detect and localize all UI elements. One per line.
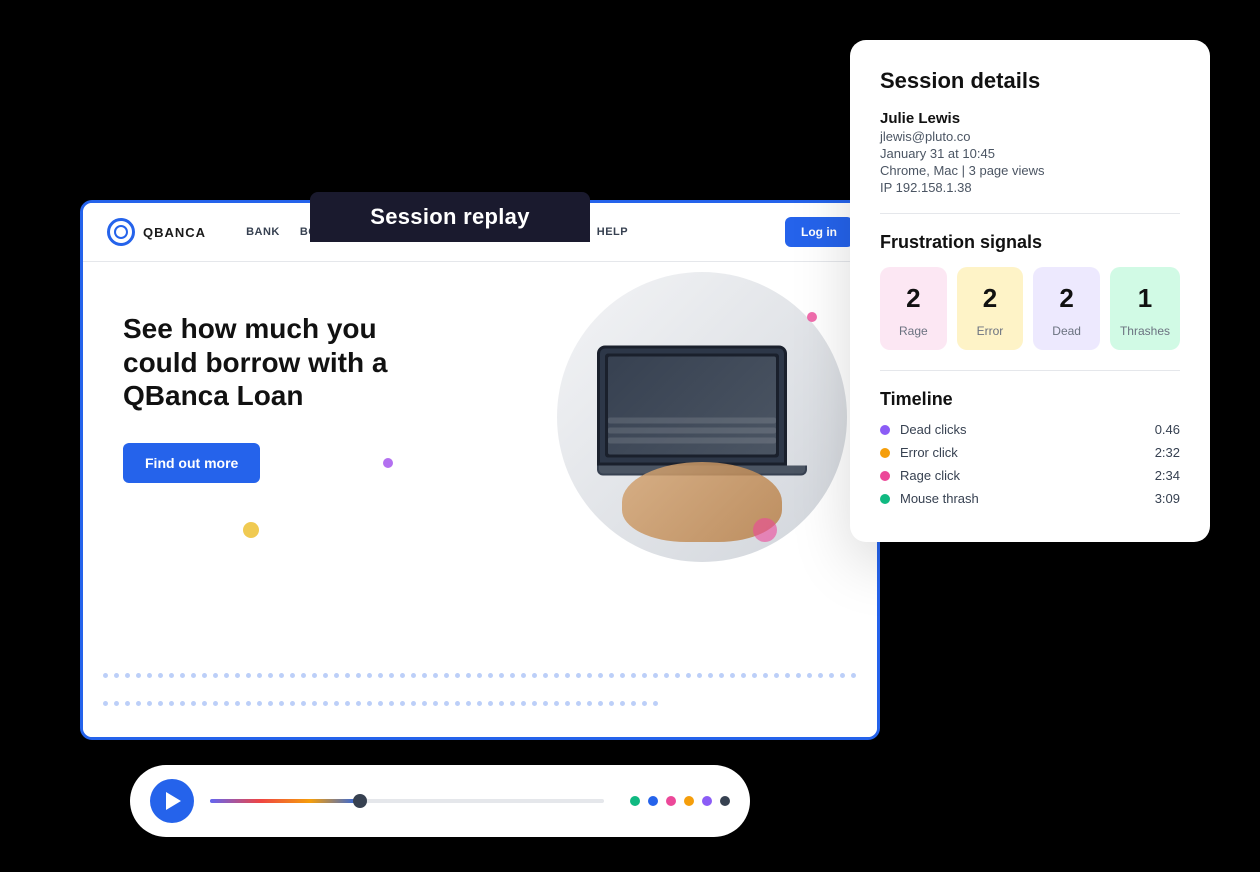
hero-image [557, 272, 877, 632]
user-ip: IP 192.158.1.38 [880, 180, 1180, 195]
laptop-illustration [597, 346, 807, 476]
thrash-count: 1 [1120, 283, 1170, 314]
qbanca-logo-icon [107, 218, 135, 246]
timeline-time-dead: 0.46 [1155, 422, 1180, 437]
rage-label: Rage [899, 324, 928, 338]
signal-dead: 2 Dead [1033, 267, 1100, 350]
frustration-title: Frustration signals [880, 232, 1180, 253]
signal-error: 2 Error [957, 267, 1024, 350]
laptop-circle [557, 272, 847, 562]
timeline-item-error: Error click 2:32 [880, 445, 1180, 460]
timeline-label-dead: Dead clicks [900, 422, 1155, 437]
signal-purple-dot [383, 458, 393, 468]
progress-thumb[interactable] [353, 794, 367, 808]
timeline-item-rage: Rage click 2:34 [880, 468, 1180, 483]
signal-rage: 2 Rage [880, 267, 947, 350]
dead-label: Dead [1052, 324, 1081, 338]
user-email: jlewis@pluto.co [880, 129, 1180, 144]
browser-window: QBANCA BANK BORROW CARDS SAVINGS MORTGAG… [80, 200, 880, 740]
timeline-item-dead: Dead clicks 0.46 [880, 422, 1180, 437]
timeline-time-thrash: 3:09 [1155, 491, 1180, 506]
timeline-list: Dead clicks 0.46 Error click 2:32 Rage c… [880, 422, 1180, 506]
pdot-1 [630, 796, 640, 806]
error-label: Error [977, 324, 1004, 338]
timeline-time-rage: 2:34 [1155, 468, 1180, 483]
signal-yellow-dot [243, 522, 259, 538]
timeline-label-rage: Rage click [900, 468, 1155, 483]
user-date: January 31 at 10:45 [880, 146, 1180, 161]
signal-thrash: 1 Thrashes [1110, 267, 1180, 350]
divider-1 [880, 213, 1180, 214]
signal-dot-bottom [753, 518, 777, 542]
hero-title: See how much you could borrow with a QBa… [123, 312, 450, 413]
timeline-dot-rage [880, 471, 890, 481]
thrash-label: Thrashes [1120, 324, 1170, 338]
timeline-item-thrash: Mouse thrash 3:09 [880, 491, 1180, 506]
playbar [130, 765, 750, 837]
user-browser: Chrome, Mac | 3 page views [880, 163, 1180, 178]
progress-track[interactable] [210, 799, 604, 803]
nav-help[interactable]: HELP [597, 226, 628, 238]
timeline-dot-dead [880, 425, 890, 435]
timeline-dot-error [880, 448, 890, 458]
login-button[interactable]: Log in [785, 217, 853, 247]
pdot-5 [702, 796, 712, 806]
find-out-button[interactable]: Find out more [123, 443, 260, 483]
timeline-label-error: Error click [900, 445, 1155, 460]
progress-fill [210, 799, 360, 803]
session-panel: Session details Julie Lewis jlewis@pluto… [850, 40, 1210, 542]
progress-dots [630, 796, 730, 806]
rage-count: 2 [890, 283, 937, 314]
divider-2 [880, 370, 1180, 371]
timeline-dot-thrash [880, 494, 890, 504]
hero-area: See how much you could borrow with a QBa… [83, 262, 877, 738]
pdot-4 [684, 796, 694, 806]
qbanca-logo-text: QBANCA [143, 225, 206, 240]
error-count: 2 [967, 283, 1014, 314]
play-button[interactable] [150, 779, 194, 823]
timeline-label-thrash: Mouse thrash [900, 491, 1155, 506]
dead-count: 2 [1043, 283, 1090, 314]
signal-dot-top [807, 312, 817, 322]
play-icon [166, 792, 181, 810]
pdot-2 [648, 796, 658, 806]
session-replay-label: Session replay [370, 204, 530, 229]
panel-title: Session details [880, 68, 1180, 94]
nav-bank[interactable]: BANK [246, 226, 280, 238]
user-name: Julie Lewis [880, 110, 1180, 127]
timeline-time-error: 2:32 [1155, 445, 1180, 460]
qbanca-logo: QBANCA [107, 218, 206, 246]
hero-left: See how much you could borrow with a QBa… [83, 262, 480, 738]
pdot-3 [666, 796, 676, 806]
user-info: Julie Lewis jlewis@pluto.co January 31 a… [880, 110, 1180, 195]
pdot-6 [720, 796, 730, 806]
session-replay-bar: Session replay [310, 192, 590, 242]
timeline-title: Timeline [880, 389, 1180, 410]
signals-grid: 2 Rage 2 Error 2 Dead 1 Thrashes [880, 267, 1180, 350]
